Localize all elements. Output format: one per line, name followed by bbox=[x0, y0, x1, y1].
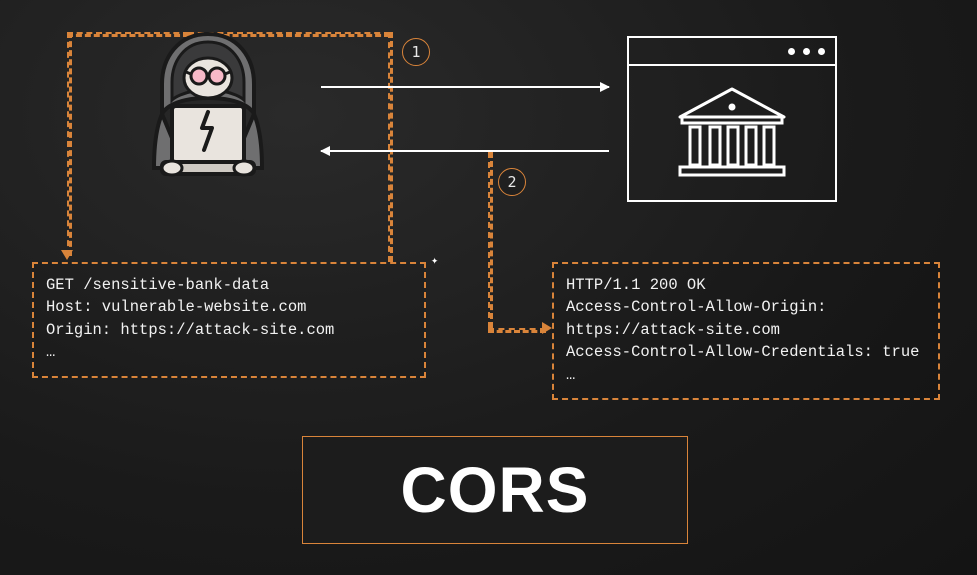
http-response-box: HTTP/1.1 200 OK Access-Control-Allow-Ori… bbox=[552, 262, 940, 400]
request-line-4: … bbox=[46, 343, 55, 361]
response-arrow bbox=[321, 150, 609, 152]
bank-icon bbox=[672, 83, 792, 183]
response-line-4: Access-Control-Allow-Credentials: true bbox=[566, 343, 919, 361]
response-line-2: Access-Control-Allow-Origin: bbox=[566, 298, 826, 316]
window-dot-icon bbox=[818, 48, 825, 55]
request-line-2: Host: vulnerable-website.com bbox=[46, 298, 306, 316]
connector-2-arrowhead-icon bbox=[542, 322, 552, 334]
attacker-icon bbox=[128, 28, 288, 183]
step-2-badge: 2 bbox=[498, 168, 526, 196]
window-dot-icon bbox=[803, 48, 810, 55]
connector-right-dash bbox=[388, 32, 393, 262]
connector-1-vertical bbox=[67, 32, 72, 256]
connector-2-horizontal bbox=[488, 328, 546, 333]
diagram-title-box: CORS bbox=[302, 436, 688, 544]
window-titlebar bbox=[629, 38, 835, 66]
connector-1-arrowhead-icon bbox=[61, 250, 73, 260]
step-1-badge: 1 bbox=[402, 38, 430, 66]
request-line-1: GET /sensitive-bank-data bbox=[46, 276, 269, 294]
http-request-box: GET /sensitive-bank-data Host: vulnerabl… bbox=[32, 262, 426, 378]
step-2-label: 2 bbox=[507, 173, 516, 191]
marker-icon: ✦ bbox=[431, 256, 441, 266]
response-line-3: https://attack-site.com bbox=[566, 321, 780, 339]
response-line-1: HTTP/1.1 200 OK bbox=[566, 276, 706, 294]
request-arrow bbox=[321, 86, 609, 88]
request-line-3: Origin: https://attack-site.com bbox=[46, 321, 334, 339]
step-1-label: 1 bbox=[411, 43, 420, 61]
diagram-title: CORS bbox=[401, 453, 590, 527]
window-dot-icon bbox=[788, 48, 795, 55]
bank-server-window bbox=[627, 36, 837, 202]
response-line-5: … bbox=[566, 366, 575, 384]
connector-2-vertical bbox=[488, 152, 493, 328]
